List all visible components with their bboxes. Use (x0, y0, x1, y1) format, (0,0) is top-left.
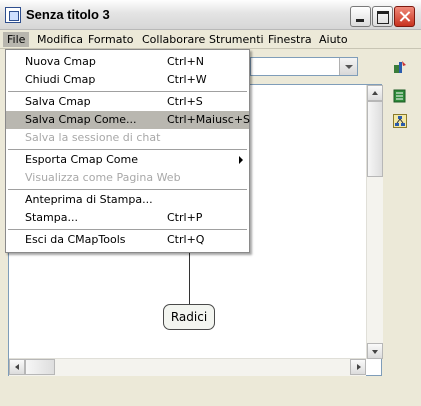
menu-item-stampa[interactable]: Stampa... Ctrl+P (6, 209, 249, 227)
menu-finestra[interactable]: Finestra (264, 32, 316, 47)
menu-item-esci[interactable]: Esci da CMapTools Ctrl+Q (6, 231, 249, 249)
menu-aiuto[interactable]: Aiuto (315, 32, 352, 47)
menu-item-chiudi-cmap[interactable]: Chiudi Cmap Ctrl+W (6, 71, 249, 89)
menu-item-label: Stampa... (25, 211, 78, 224)
chevron-down-icon[interactable] (339, 58, 357, 75)
chevron-right-icon (239, 156, 243, 164)
menu-modifica[interactable]: Modifica (33, 32, 87, 47)
vertical-scroll-thumb[interactable] (367, 101, 383, 177)
node-connector-line (189, 252, 190, 304)
title-bar[interactable]: Senza titolo 3 (0, 0, 421, 30)
font-combo[interactable] (250, 57, 358, 76)
menu-item-visualizza-pagina-web: Visualizza come Pagina Web (6, 169, 249, 187)
menu-bar: File Modifica Formato Collaborare Strume… (0, 30, 421, 49)
menu-item-shortcut: Ctrl+P (167, 211, 203, 224)
menu-item-label: Esporta Cmap Come (25, 153, 138, 166)
menu-item-shortcut: Ctrl+Q (167, 233, 205, 246)
menu-item-salva-cmap[interactable]: Salva Cmap Ctrl+S (6, 93, 249, 111)
menu-item-label: Chiudi Cmap (25, 73, 96, 86)
structure-icon[interactable] (393, 114, 407, 128)
menu-item-label: Nuova Cmap (25, 55, 96, 68)
menu-item-shortcut: Ctrl+S (167, 95, 203, 108)
minimize-button[interactable] (350, 6, 371, 27)
horizontal-scrollbar[interactable] (9, 358, 366, 376)
menu-item-label: Visualizza come Pagina Web (25, 171, 181, 184)
window-title: Senza titolo 3 (26, 7, 110, 22)
menu-file[interactable]: File (3, 32, 30, 47)
scroll-left-button[interactable] (9, 359, 25, 375)
menu-item-salva-cmap-come[interactable]: Salva Cmap Come... Ctrl+Maiusc+S (6, 111, 251, 129)
status-bar (0, 384, 421, 406)
menu-separator (8, 229, 247, 230)
horizontal-scroll-thumb[interactable] (25, 359, 55, 375)
maximize-button[interactable] (372, 6, 393, 27)
menu-item-esporta-cmap-come[interactable]: Esporta Cmap Come (6, 151, 249, 169)
menu-item-anteprima-stampa[interactable]: Anteprima di Stampa... (6, 191, 249, 209)
file-menu-dropdown: Nuova Cmap Ctrl+N Chiudi Cmap Ctrl+W Sal… (5, 49, 250, 253)
scroll-down-button[interactable] (367, 343, 383, 359)
menu-collaborare[interactable]: Collaborare (138, 32, 209, 47)
book-icon[interactable] (393, 89, 407, 103)
menu-item-nuova-cmap[interactable]: Nuova Cmap Ctrl+N (6, 53, 249, 71)
menu-item-label: Salva Cmap Come... (25, 113, 137, 126)
menu-item-shortcut: Ctrl+N (167, 55, 205, 68)
menu-item-label: Salva Cmap (25, 95, 91, 108)
menu-strumenti[interactable]: Strumenti (205, 32, 268, 47)
menu-separator (8, 149, 247, 150)
cmaptools-app-icon[interactable] (5, 7, 21, 23)
menu-separator (8, 189, 247, 190)
menu-item-label: Anteprima di Stampa... (25, 193, 153, 206)
styles-icon[interactable] (393, 60, 407, 74)
menu-item-label: Salva la sessione di chat (25, 131, 161, 144)
scroll-right-button[interactable] (350, 359, 366, 375)
menu-item-shortcut: Ctrl+Maiusc+S (167, 113, 251, 126)
vertical-scrollbar[interactable] (366, 85, 383, 359)
menu-separator (8, 91, 247, 92)
scroll-up-button[interactable] (367, 85, 383, 101)
close-button[interactable] (394, 6, 415, 27)
menu-item-salva-sessione-chat: Salva la sessione di chat (6, 129, 249, 147)
menu-formato[interactable]: Formato (84, 32, 138, 47)
menu-item-shortcut: Ctrl+W (167, 73, 207, 86)
concept-node-radici[interactable]: Radici (163, 304, 215, 330)
menu-item-label: Esci da CMapTools (25, 233, 126, 246)
